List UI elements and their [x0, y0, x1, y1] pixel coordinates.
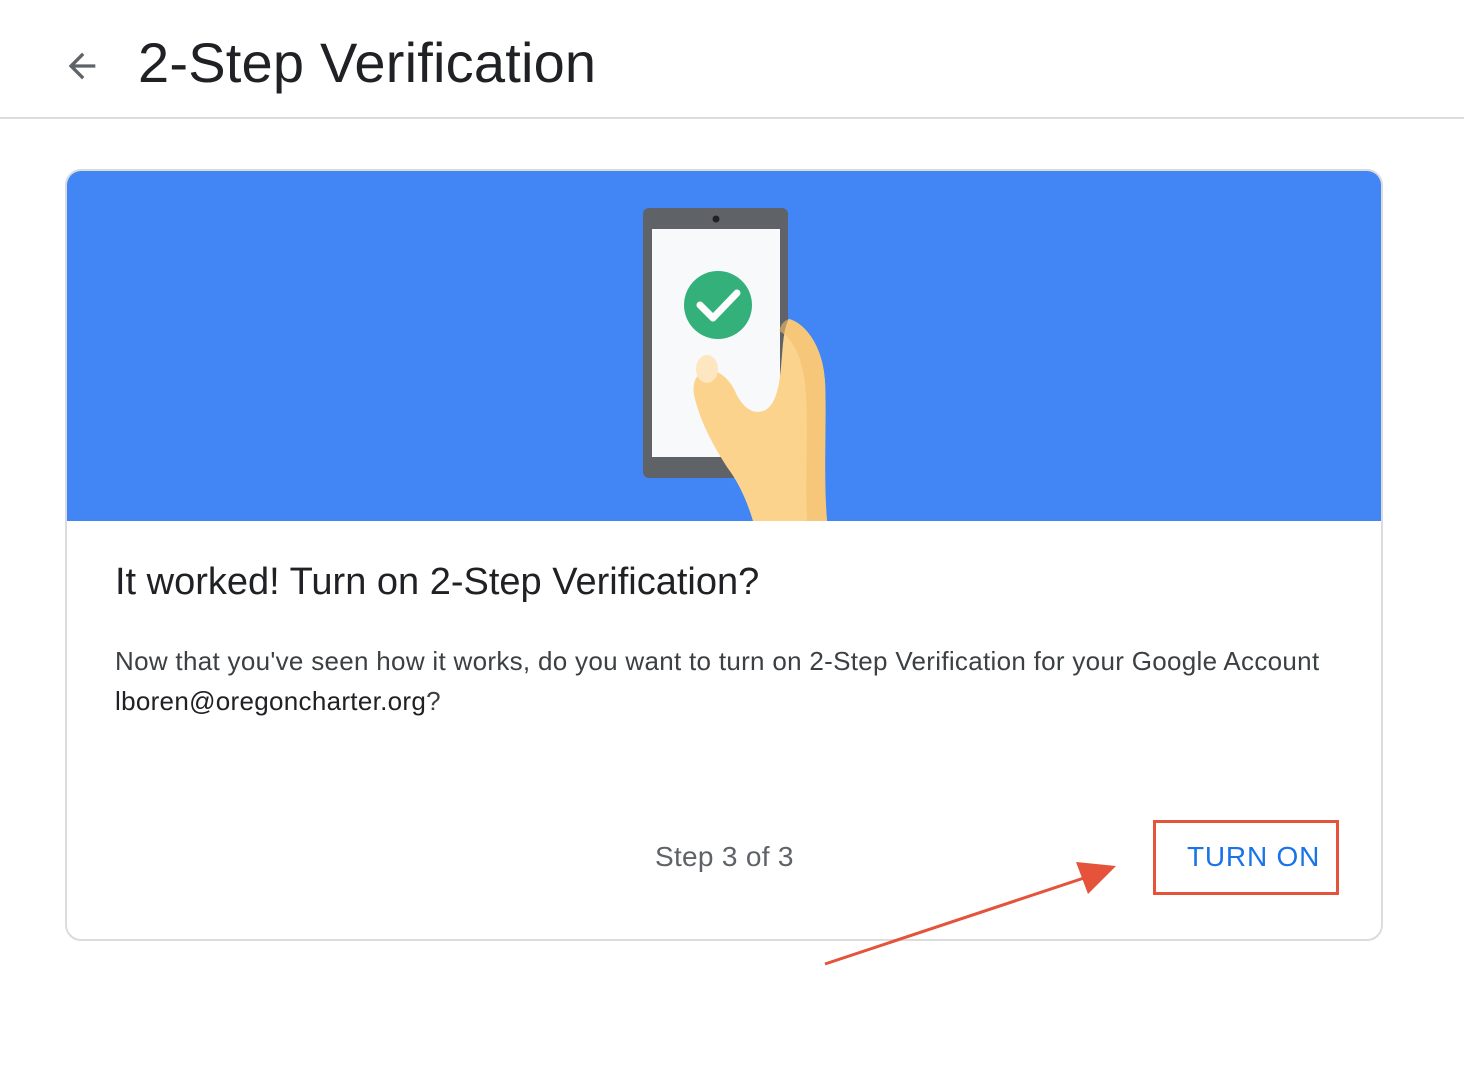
step-indicator: Step 3 of 3	[655, 841, 794, 872]
arrow-back-icon	[68, 52, 96, 80]
description-text: Now that you've seen how it works, do yo…	[115, 646, 1320, 676]
app-header: 2-Step Verification	[0, 0, 1464, 119]
page-title: 2-Step Verification	[138, 31, 597, 94]
phone-in-hand-with-check-illustration	[643, 208, 827, 521]
back-button[interactable]	[54, 38, 110, 94]
card-description: Now that you've seen how it works, do yo…	[115, 641, 1335, 721]
annotation-highlight-box	[1153, 820, 1339, 895]
description-suffix: ?	[426, 686, 441, 716]
hero-banner	[67, 171, 1381, 521]
account-email: lboren@oregoncharter.org	[115, 686, 427, 716]
card-heading: It worked! Turn on 2-Step Verification?	[115, 561, 760, 603]
